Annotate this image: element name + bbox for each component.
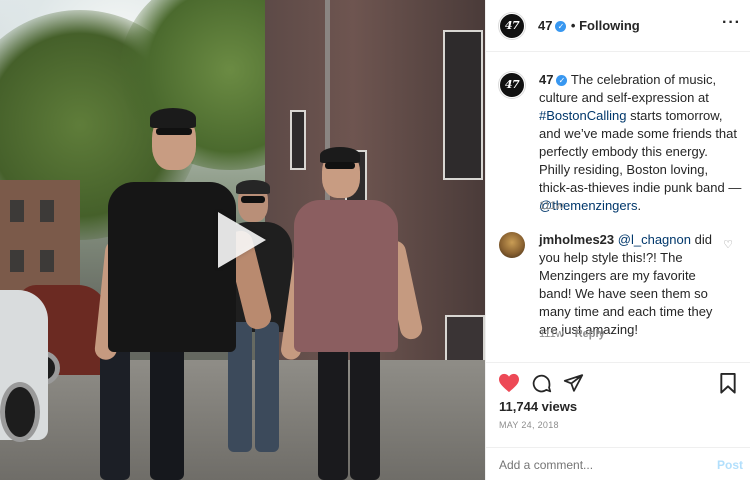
post-date[interactable]: MAY 24, 2018 xyxy=(499,420,559,430)
caption-avatar[interactable]: 47 xyxy=(499,72,525,98)
header-username[interactable]: 47 xyxy=(538,18,552,33)
comment-age[interactable]: 111w xyxy=(539,328,564,340)
comment-mention-link[interactable]: @l_chagnon xyxy=(618,232,691,247)
header-user-line: 47 ✓ • Following xyxy=(538,17,640,35)
comment-icon[interactable] xyxy=(531,373,552,394)
verified-icon: ✓ xyxy=(556,75,568,86)
commenter-avatar[interactable] xyxy=(499,232,525,258)
post-video[interactable] xyxy=(0,0,485,480)
view-count[interactable]: 11,744 views xyxy=(499,399,577,414)
share-icon[interactable] xyxy=(563,373,584,393)
hashtag-link[interactable]: #BostonCalling xyxy=(539,108,626,123)
comment-composer: Post xyxy=(486,447,750,480)
post-panel: 47 47 ✓ • Following ··· 47 47 ✓ The celebr… xyxy=(485,0,750,480)
more-options-icon[interactable]: ··· xyxy=(722,14,741,32)
reply-button[interactable]: Reply xyxy=(575,328,605,340)
caption-age[interactable]: 111w xyxy=(539,200,564,212)
comment-input[interactable] xyxy=(499,458,699,472)
comment-meta: 111w Reply xyxy=(539,328,605,340)
post-actions: 11,744 views MAY 24, 2018 Post xyxy=(486,362,750,480)
post-caption: 47 ✓ The celebration of music, culture an… xyxy=(539,71,742,215)
comments-section: 47 47 ✓ The celebration of music, culture… xyxy=(486,52,750,362)
video-car xyxy=(0,290,48,442)
caption-text-3: . xyxy=(637,198,642,213)
heart-icon[interactable] xyxy=(498,373,520,393)
post-header: 47 47 ✓ • Following ··· xyxy=(486,0,750,52)
caption-username[interactable]: 47 xyxy=(539,72,553,87)
verified-icon: ✓ xyxy=(555,21,567,32)
follow-status[interactable]: • Following xyxy=(571,18,640,33)
bookmark-icon[interactable] xyxy=(719,373,737,394)
commenter-username[interactable]: jmholmes23 xyxy=(539,232,614,247)
account-avatar[interactable]: 47 xyxy=(499,13,525,39)
comment-item: jmholmes23 @l_chagnon did you help style… xyxy=(539,231,721,339)
play-icon[interactable] xyxy=(218,212,266,268)
comment-text: did you help style this!?! The Menzinger… xyxy=(539,232,713,337)
post-comment-button[interactable]: Post xyxy=(717,458,743,472)
comment-like-icon[interactable]: ♡ xyxy=(723,238,733,251)
